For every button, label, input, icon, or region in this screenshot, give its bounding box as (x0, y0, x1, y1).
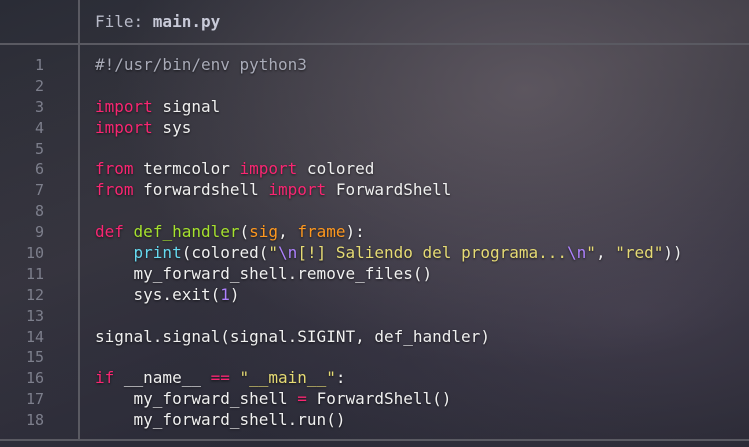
code-line: signal.signal(signal.SIGINT, def_handler… (95, 327, 735, 348)
code-token: "__main__" (239, 368, 336, 388)
line-number: 15 (25, 348, 44, 367)
code-line: my_forward_shell.run() (95, 410, 735, 431)
line-number: 13 (25, 306, 44, 325)
code-line: my_forward_shell.remove_files() (95, 264, 735, 285)
code-line: from forwardshell import ForwardShell (95, 180, 735, 201)
line-number: 10 (25, 244, 44, 263)
line-number: 9 (34, 223, 44, 242)
file-label: File: (95, 12, 153, 31)
code-token: ForwardShell (326, 180, 452, 200)
line-number: 14 (25, 327, 44, 346)
code-token: if (95, 368, 115, 388)
code-line: if __name__ == "__main__": (95, 368, 735, 389)
code-token: my_forward_shell (95, 389, 298, 409)
line-number: 4 (34, 118, 44, 137)
line-number: 3 (34, 97, 44, 116)
code-token: == (210, 368, 230, 388)
code-token: my_forward_shell.remove_files() (95, 263, 433, 283)
line-number: 8 (34, 202, 44, 221)
line-number: 5 (34, 139, 44, 158)
code-token: sys (152, 117, 192, 137)
line-number: 16 (25, 369, 44, 388)
code-token: ): (345, 222, 365, 242)
code-token: from (95, 180, 134, 200)
code-line: from termcolor import colored (95, 159, 735, 180)
code-token: def (95, 222, 124, 242)
code-token: import (239, 159, 298, 179)
code-token: " (268, 243, 279, 263)
code-token: (colored( (181, 243, 269, 263)
code-token: frame (297, 222, 346, 242)
code-area[interactable]: #!/usr/bin/env python3 import signal impor… (95, 55, 735, 431)
code-viewer: File: main.py 1 2 3 4 5 6 7 8 9 10 11 12 13 14 15 16 17 1… (0, 0, 749, 447)
code-token: ForwardShell() (306, 389, 452, 409)
code-line: import signal (95, 97, 735, 118)
code-token: , (278, 222, 298, 242)
code-token: 1 (220, 284, 230, 304)
line-number: 7 (34, 181, 44, 200)
code-token: ) (229, 284, 240, 304)
code-token: termcolor (133, 159, 240, 179)
line-number: 6 (34, 160, 44, 179)
code-token: __name__ (114, 368, 211, 388)
code-token: )) (663, 243, 683, 263)
code-token: colored (297, 159, 375, 179)
code-token: "red" (615, 243, 664, 263)
code-token: " (586, 243, 596, 263)
line-number: 1 (34, 56, 44, 74)
code-token: forwardshell (133, 180, 269, 200)
header-divider (0, 43, 749, 45)
code-line: my_forward_shell = ForwardShell() (95, 389, 735, 410)
line-number: 11 (25, 264, 44, 283)
line-number: 18 (25, 411, 44, 430)
code-token: my_forward_shell.run() (95, 410, 346, 430)
line-number-gutter: 1 2 3 4 5 6 7 8 9 10 11 12 13 14 15 16 17 18 (0, 55, 44, 431)
file-name: main.py (152, 12, 221, 31)
code-token: print (133, 243, 182, 263)
code-line: sys.exit(1) (95, 285, 735, 306)
code-token: signal (152, 96, 221, 116)
line-number: 12 (25, 285, 44, 304)
code-token: \n (278, 243, 298, 263)
code-token: = (297, 389, 307, 409)
code-token: signal.signal(signal.SIGINT, def_handler… (95, 326, 490, 346)
header-gutter (0, 0, 78, 44)
code-token: : (335, 368, 346, 388)
line-number: 17 (25, 390, 44, 409)
code-line: import sys (95, 118, 735, 139)
footer-divider (0, 439, 749, 441)
code-line: print(colored("\n[!] Saliendo del progra… (95, 243, 735, 264)
code-token: import (95, 117, 153, 137)
code-token: sig (249, 222, 279, 242)
code-token: def_handler (133, 222, 240, 242)
code-token: #!/usr/bin/env python3 (95, 55, 307, 74)
code-token: import (95, 96, 153, 116)
file-header: File: main.py (0, 0, 749, 44)
file-title: File: main.py (95, 12, 220, 32)
gutter-divider (78, 0, 80, 441)
code-token: from (95, 159, 134, 179)
code-line: def def_handler(sig, frame): (95, 222, 735, 243)
code-token: import (268, 180, 327, 200)
line-number: 2 (34, 76, 44, 95)
code-token: , (595, 243, 616, 263)
code-token: ( (239, 222, 250, 242)
code-token: \n (567, 243, 587, 263)
code-line: #!/usr/bin/env python3 (95, 55, 735, 76)
code-token: sys.exit( (95, 284, 221, 304)
code-token: [!] Saliendo del programa... (297, 243, 568, 263)
